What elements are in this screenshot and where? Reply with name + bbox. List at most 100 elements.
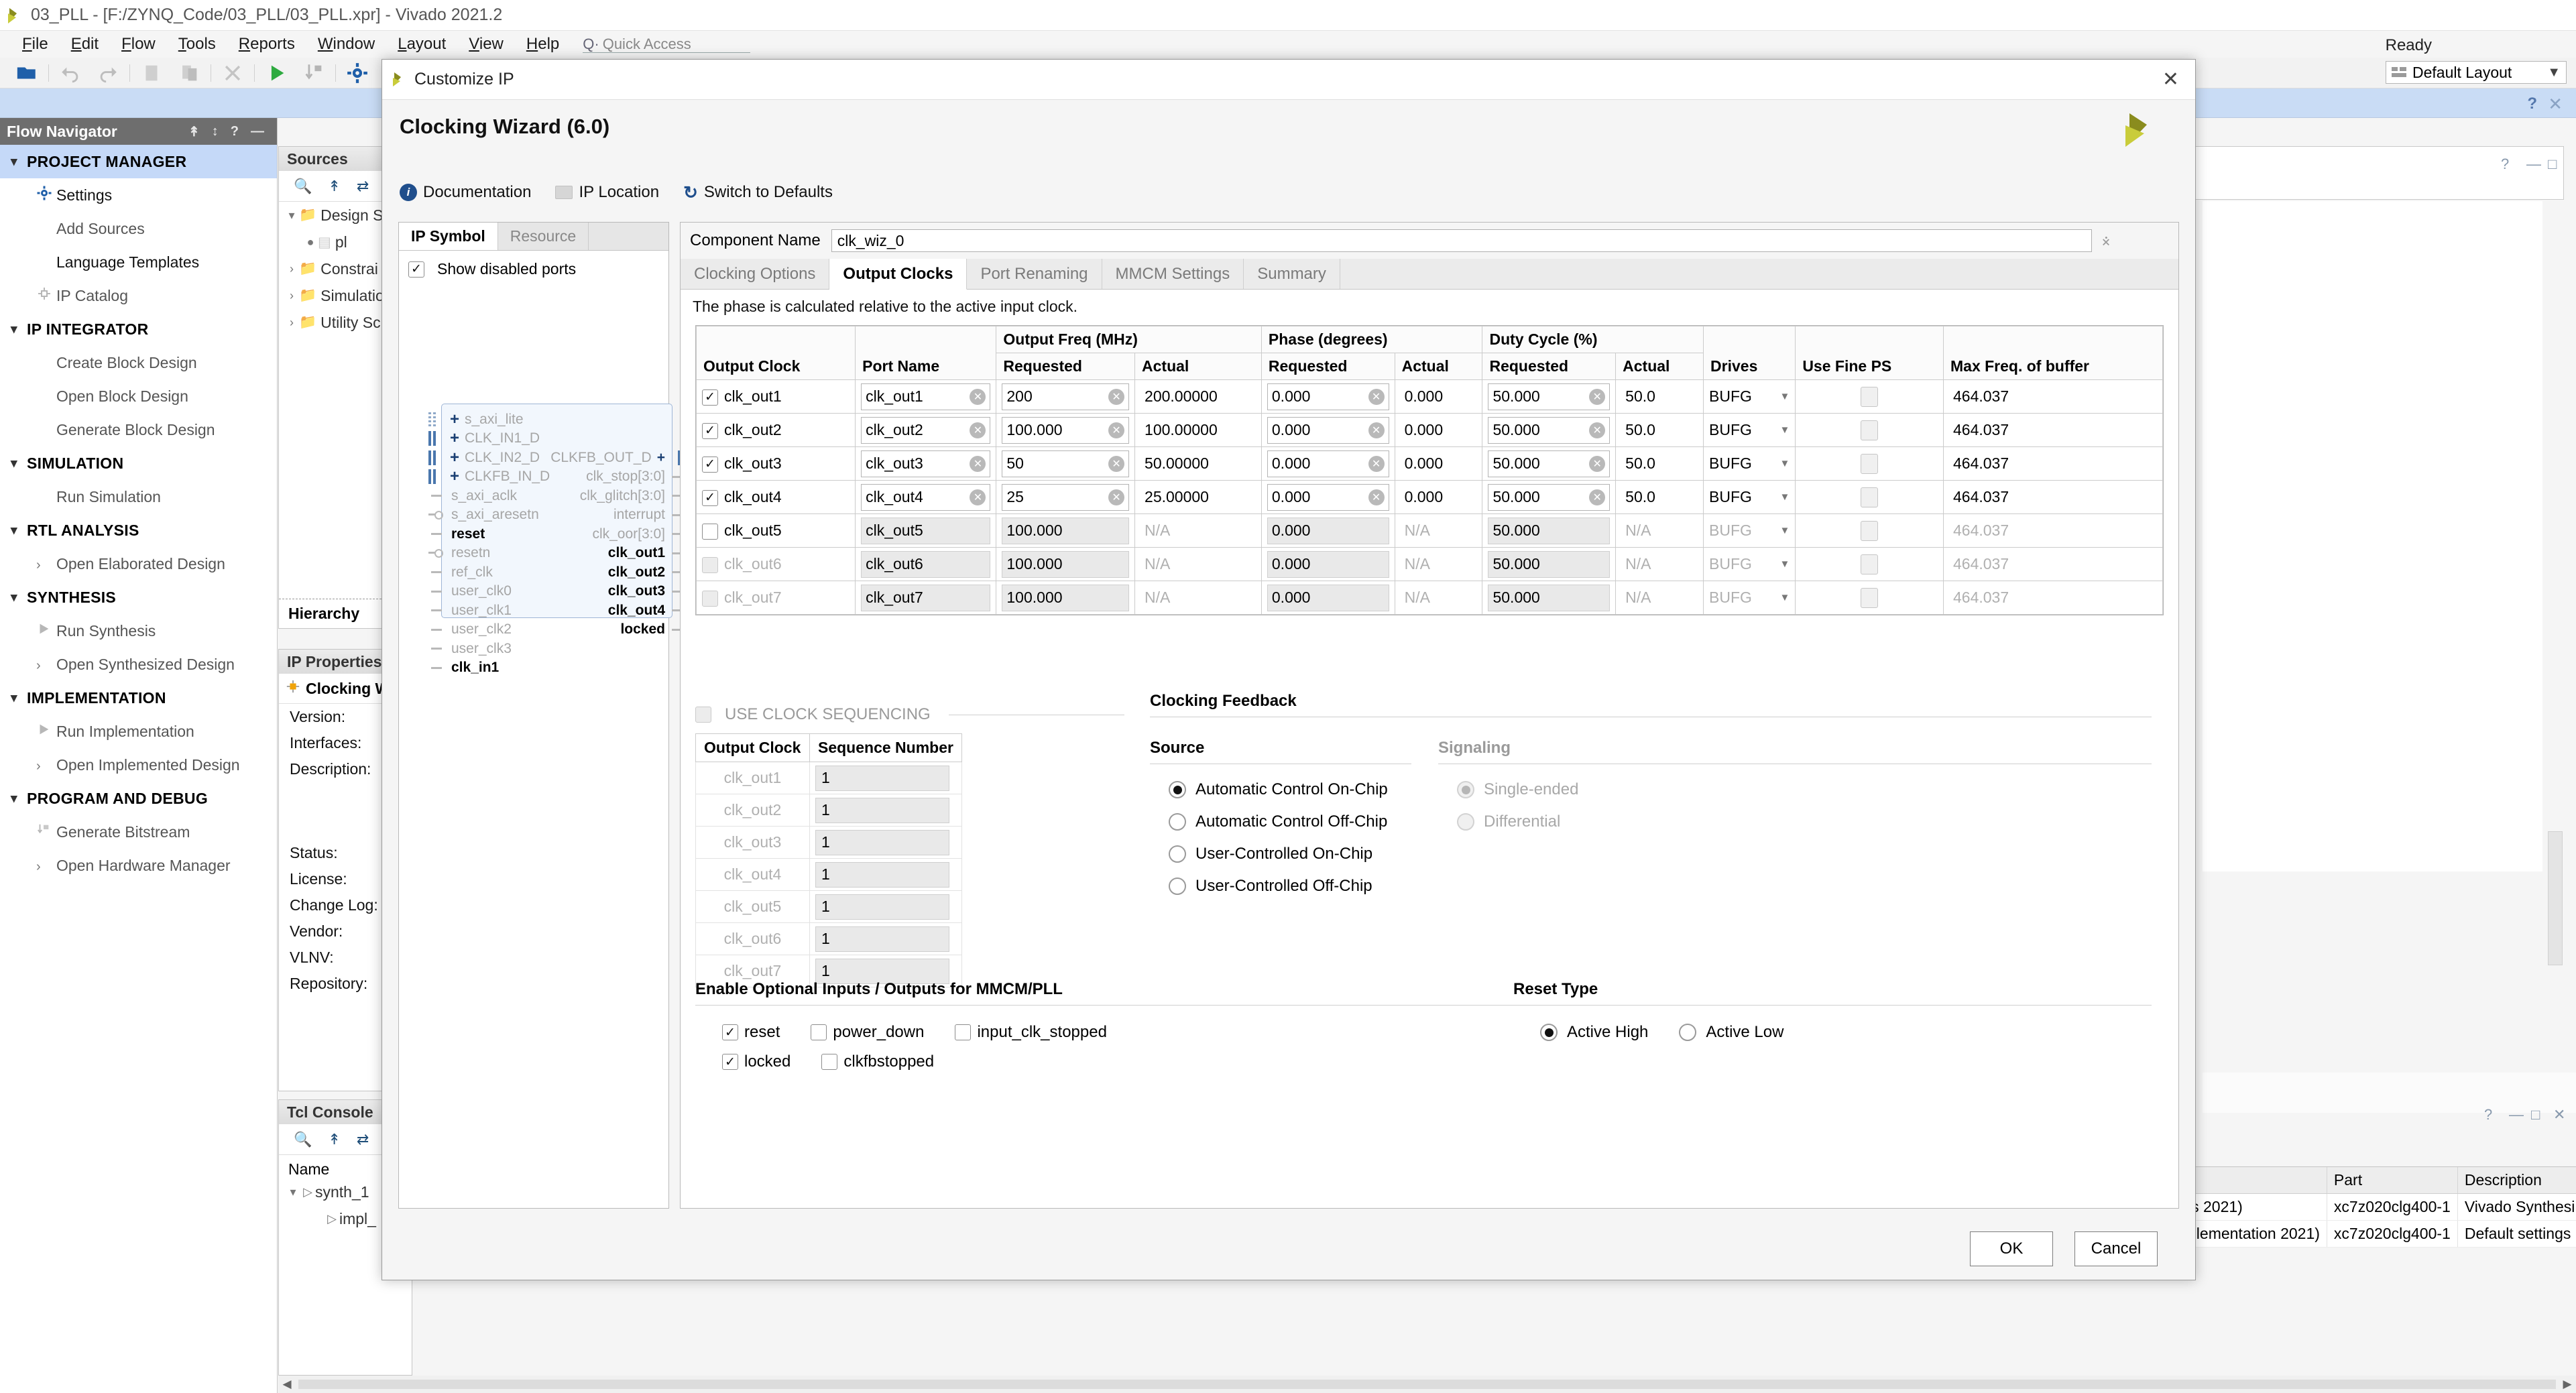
chevron-down-icon[interactable]: ▾ — [286, 1185, 300, 1199]
cell-phase-requested[interactable]: 0.000 — [1261, 581, 1395, 615]
checkbox-power_down[interactable]: power_down — [811, 1023, 924, 1042]
open-project-icon[interactable] — [15, 62, 38, 84]
cell-duty-requested[interactable]: 50.000 ✕ — [1482, 413, 1617, 447]
close-x-icon[interactable] — [221, 62, 244, 84]
cell-duty-requested[interactable]: 50.000 — [1482, 513, 1617, 548]
clear-icon[interactable]: ✕ — [1589, 455, 1606, 472]
clear-icon[interactable]: ✕ — [970, 455, 986, 472]
cell-freq-requested[interactable]: 100.000 — [996, 513, 1136, 548]
paste-icon[interactable] — [178, 62, 200, 84]
tab-resource[interactable]: Resource — [498, 223, 589, 250]
input-cell[interactable]: clk_out1 ✕ — [861, 383, 991, 410]
component-name-input[interactable] — [831, 229, 2092, 252]
menu-flow[interactable]: Flow — [110, 32, 167, 56]
enable-checkbox[interactable] — [702, 523, 718, 540]
minimize-icon[interactable]: — — [2509, 1106, 2524, 1124]
radio-button[interactable] — [1457, 781, 1474, 798]
cell-port-name[interactable]: clk_out7 — [855, 581, 997, 615]
flow-item-generate-bitstream[interactable]: Generate Bitstream — [0, 815, 277, 849]
help-icon[interactable]: ? — [2501, 156, 2509, 173]
radio-automatic-control-off-chip[interactable]: Automatic Control Off-Chip — [1169, 806, 1411, 838]
flow-section-program-and-debug[interactable]: ▾ PROGRAM AND DEBUG — [0, 782, 277, 815]
cell-drives[interactable]: BUFG ▼ — [1703, 379, 1796, 414]
flow-item-add-sources[interactable]: Add Sources — [0, 212, 277, 245]
flow-section-ip-integrator[interactable]: ▾ IP INTEGRATOR — [0, 312, 277, 346]
cell-phase-requested[interactable]: 0.000 ✕ — [1261, 379, 1395, 414]
table-row[interactable]: plementation 2021) xc7z020clg400-1 Default… — [2181, 1220, 2576, 1248]
fine-ps-checkbox[interactable] — [1861, 554, 1879, 574]
expand-all-icon[interactable]: ⇄ — [357, 1131, 369, 1148]
cell-output-clock[interactable]: clk_out2 — [695, 413, 856, 447]
cell-output-clock[interactable]: clk_out7 — [695, 581, 856, 615]
collapse-all-icon[interactable]: ↟ — [328, 1131, 340, 1148]
clear-icon[interactable]: ✕ — [1108, 422, 1125, 438]
flow-item-open-implemented-design[interactable]: › Open Implemented Design — [0, 748, 277, 782]
menu-view[interactable]: View — [457, 32, 515, 56]
horizontal-scrollbar[interactable]: ◀ ▶ — [278, 1376, 2576, 1393]
cell-drives[interactable]: BUFG ▼ — [1703, 480, 1796, 514]
radio-button[interactable] — [1540, 1024, 1558, 1041]
clear-icon[interactable]: ✕ — [1108, 489, 1125, 505]
enable-checkbox[interactable] — [702, 389, 718, 406]
input-cell[interactable]: 0.000 ✕ — [1267, 416, 1389, 444]
cell-phase-requested[interactable]: 0.000 — [1261, 513, 1395, 548]
chevron-down-icon[interactable]: ▼ — [1779, 391, 1790, 402]
input-cell[interactable]: 0.000 ✕ — [1267, 383, 1389, 410]
menu-tools[interactable]: Tools — [167, 32, 227, 56]
cell-use-fine-ps[interactable] — [1795, 480, 1944, 514]
expand-port-icon[interactable]: + — [657, 450, 665, 466]
layout-selector[interactable]: Default Layout ▼ — [2386, 61, 2567, 84]
dialog-close-button[interactable]: ✕ — [2156, 68, 2186, 91]
close-icon[interactable]: ✕ — [2548, 94, 2563, 115]
checkbox-box[interactable] — [722, 1024, 738, 1040]
tab-output-clocks[interactable]: Output Clocks — [829, 259, 968, 290]
cell-output-clock[interactable]: clk_out6 — [695, 547, 856, 581]
cell-use-fine-ps[interactable] — [1795, 413, 1944, 447]
scroll-right-icon[interactable]: ▶ — [2559, 1378, 2576, 1391]
cell-phase-requested[interactable]: 0.000 ✕ — [1261, 480, 1395, 514]
cell-output-clock[interactable]: clk_out1 — [695, 379, 856, 414]
flow-section-synthesis[interactable]: ▾ SYNTHESIS — [0, 581, 277, 614]
cell-use-fine-ps[interactable] — [1795, 547, 1944, 581]
cell-port-name[interactable]: clk_out3 ✕ — [855, 446, 997, 481]
cell-duty-requested[interactable]: 50.000 ✕ — [1482, 379, 1617, 414]
cell-phase-requested[interactable]: 0.000 ✕ — [1261, 446, 1395, 481]
flow-section-simulation[interactable]: ▾ SIMULATION — [0, 446, 277, 480]
chevron-down-icon[interactable]: ▼ — [1779, 491, 1790, 503]
radio-user-controlled-off-chip[interactable]: User-Controlled Off-Chip — [1169, 870, 1411, 902]
collapse-all-icon[interactable]: ↟ — [188, 123, 200, 140]
flow-item-run-simulation[interactable]: Run Simulation — [0, 480, 277, 513]
enable-checkbox[interactable] — [702, 489, 718, 506]
right-panel-scroll[interactable] — [2548, 831, 2563, 965]
flow-item-run-implementation[interactable]: Run Implementation — [0, 715, 277, 748]
chevron-down-icon[interactable]: ▼ — [1779, 558, 1790, 570]
cell-freq-requested[interactable]: 100.000 — [996, 547, 1136, 581]
menu-edit[interactable]: Edit — [60, 32, 110, 56]
close-icon[interactable]: ✕ — [2553, 1106, 2565, 1124]
flow-item-open-synthesized-design[interactable]: › Open Synthesized Design — [0, 648, 277, 681]
clear-icon[interactable]: ✕ — [1108, 388, 1125, 405]
radio-active-low[interactable]: Active Low — [1679, 1023, 1783, 1042]
cell-use-fine-ps[interactable] — [1795, 513, 1944, 548]
input-cell[interactable]: 50.000 ✕ — [1488, 450, 1611, 477]
checkbox-reset[interactable]: reset — [722, 1023, 780, 1042]
radio-button[interactable] — [1679, 1024, 1697, 1041]
table-row[interactable]: clk_out4 clk_out4✕ 25✕ 25.00000 0.000✕ 0.000 5… — [695, 480, 2163, 514]
ok-button[interactable]: OK — [1970, 1231, 2053, 1266]
scroll-left-icon[interactable]: ◀ — [278, 1378, 296, 1391]
table-row[interactable]: clk_out3 clk_out3✕ 50✕ 50.00000 0.000✕ 0.000 5… — [695, 446, 2163, 481]
enable-checkbox[interactable] — [702, 422, 718, 439]
cell-port-name[interactable]: clk_out5 — [855, 513, 997, 548]
cell-port-name[interactable]: clk_out6 — [855, 547, 997, 581]
table-row[interactable]: clk_out1clk_out1✕200✕200.000000.000✕0.00… — [695, 379, 2163, 414]
flow-section-implementation[interactable]: ▾ IMPLEMENTATION — [0, 681, 277, 715]
tab-ip-symbol[interactable]: IP Symbol — [399, 223, 498, 250]
cancel-button[interactable]: Cancel — [2074, 1231, 2158, 1266]
clear-icon[interactable]: ✕ — [970, 422, 986, 438]
menu-layout[interactable]: Layout — [386, 32, 457, 56]
flow-section-rtl-analysis[interactable]: ▾ RTL ANALYSIS — [0, 513, 277, 547]
show-disabled-ports-row[interactable]: Show disabled ports — [399, 251, 668, 278]
expand-all-icon[interactable]: ⇄ — [357, 178, 369, 195]
clear-icon[interactable]: ✕ — [1368, 422, 1385, 438]
flow-item-generate-block-design[interactable]: Generate Block Design — [0, 413, 277, 446]
